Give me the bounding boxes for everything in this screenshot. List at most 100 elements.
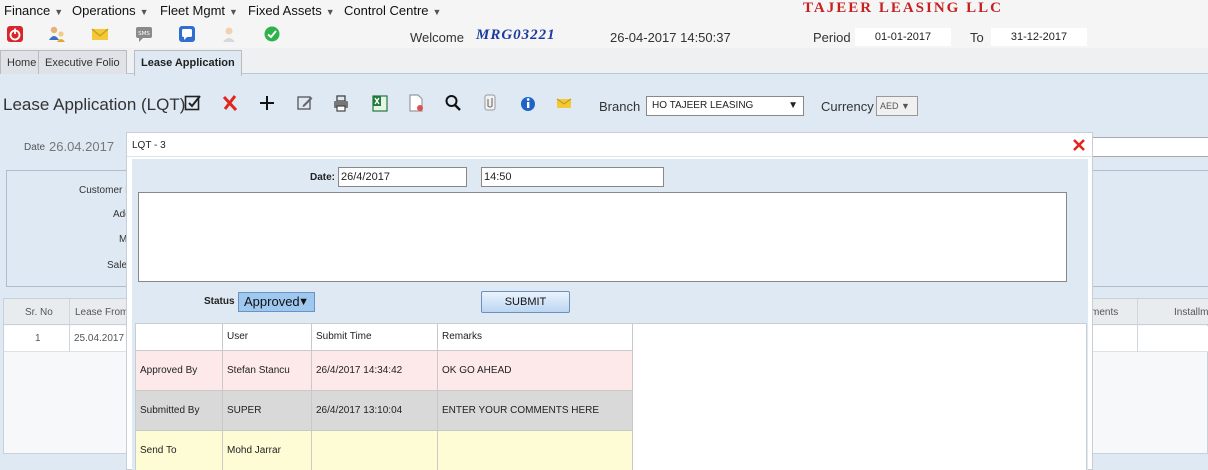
table-header-submit-time: Submit Time (312, 324, 438, 350)
dropdown-arrow-icon: ▼ (788, 100, 798, 111)
users-icon[interactable] (48, 25, 66, 43)
table-cell-remarks: OK GO AHEAD (438, 351, 633, 390)
grid-cell-lease-from: 25.04.2017 (74, 333, 125, 344)
grid-header-installments: Installm (1174, 307, 1208, 318)
table-cell-role: Approved By (136, 351, 223, 390)
table-row-submitted[interactable]: Submitted By SUPER 26/4/2017 13:10:04 EN… (136, 391, 633, 431)
search-icon[interactable] (444, 93, 462, 113)
salesman-label: Sale (107, 260, 128, 271)
check-icon[interactable] (263, 25, 281, 43)
mail-icon[interactable] (91, 25, 109, 43)
delete-icon[interactable] (221, 93, 239, 113)
menu-label: Control Centre (344, 3, 429, 18)
tab-lease-application[interactable]: Lease Application (134, 50, 242, 76)
table-cell-role: Send To (136, 431, 223, 470)
grid-header-sr-no: Sr. No (25, 307, 53, 318)
chevron-down-icon: ▼ (325, 7, 335, 17)
table-cell-remarks (438, 431, 633, 470)
grid-divider (69, 299, 70, 352)
user-icon[interactable] (220, 25, 238, 43)
dialog-body: Date: 26/4/2017 14:50 Status Approved ▼ S… (132, 159, 1088, 470)
table-cell-user: SUPER (223, 391, 312, 430)
table-cell-role: Submitted By (136, 391, 223, 430)
currency-label: Currency (821, 99, 874, 114)
document-icon[interactable] (407, 93, 425, 113)
table-cell-submit-time (312, 431, 438, 470)
chevron-down-icon: ▼ (54, 7, 64, 17)
quick-icon-bar: SMS Welcome MRG03221 26-04-2017 14:50:37… (0, 22, 1208, 48)
dialog-date-input[interactable]: 26/4/2017 (338, 167, 467, 187)
date-value[interactable]: 26.04.2017 (49, 139, 114, 154)
table-cell-remarks: ENTER YOUR COMMENTS HERE (438, 391, 633, 430)
period-to-field[interactable]: 31-12-2017 (991, 28, 1087, 46)
chevron-down-icon: ▼ (432, 7, 442, 17)
close-icon[interactable] (1072, 138, 1086, 152)
dialog-title: LQT - 3 (132, 140, 166, 151)
table-cell-user: Mohd Jarrar (223, 431, 312, 470)
tab-executive-folio[interactable]: Executive Folio (38, 50, 127, 74)
info-icon[interactable] (519, 93, 537, 113)
page-title: Lease Application (LQT) (3, 95, 186, 114)
chat-icon[interactable] (178, 25, 196, 43)
grid-cell-sr-no: 1 (35, 333, 41, 344)
chevron-down-icon: ▼ (229, 7, 238, 17)
menu-fixed-assets[interactable]: Fixed Assets ▼ (248, 3, 335, 18)
save-check-icon[interactable] (184, 93, 202, 113)
period-to-label: To (970, 30, 984, 45)
submit-button[interactable]: SUBMIT (481, 291, 570, 313)
table-header-role (136, 324, 223, 350)
dropdown-arrow-icon: ▼ (901, 101, 910, 111)
dialog-time-input[interactable]: 14:50 (481, 167, 664, 187)
table-header-row: User Submit Time Remarks (136, 324, 633, 351)
grid-divider (1137, 299, 1138, 352)
branch-label: Branch (599, 99, 641, 114)
menu-fleet-mgmt[interactable]: Fleet Mgmt ▼ (160, 3, 238, 18)
period-from-field[interactable]: 01-01-2017 (855, 28, 951, 46)
add-icon[interactable] (258, 93, 276, 113)
comments-textarea[interactable] (138, 192, 1067, 282)
menu-bar: Finance ▼ Operations ▼ Fleet Mgmt ▼ Fixed A… (0, 0, 1208, 22)
power-icon[interactable] (6, 25, 24, 43)
currency-select[interactable]: AED ▼ (876, 96, 918, 116)
dialog-title-bar: LQT - 3 (127, 133, 1092, 157)
edit-icon[interactable] (296, 93, 314, 113)
company-name: TAJEER LEASING LLC (803, 0, 1003, 16)
current-datetime: 26-04-2017 14:50:37 (610, 30, 731, 45)
svg-text:SMS: SMS (138, 31, 150, 37)
dropdown-arrow-icon: ▼ (298, 296, 309, 308)
branch-value: HO TAJEER LEASING (652, 100, 754, 111)
excel-icon[interactable] (371, 93, 389, 113)
grid-header-payments: ments (1091, 307, 1119, 318)
sms-icon[interactable]: SMS (135, 25, 153, 43)
currency-value: AED (880, 101, 899, 111)
table-row-send-to[interactable]: Send To Mohd Jarrar (136, 431, 633, 470)
welcome-label: Welcome (410, 30, 464, 45)
table-header-user: User (223, 324, 312, 350)
status-value: Approved (244, 294, 300, 309)
tab-home[interactable]: Home (0, 50, 44, 74)
table-cell-user: Stefan Stancu (223, 351, 312, 390)
attachment-icon[interactable] (481, 93, 499, 113)
menu-operations[interactable]: Operations ▼ (72, 3, 149, 18)
chevron-down-icon: ▼ (139, 7, 149, 17)
branch-select[interactable]: HO TAJEER LEASING ▼ (646, 96, 804, 116)
table-header-remarks: Remarks (438, 324, 633, 350)
table-row-approved[interactable]: Approved By Stefan Stancu 26/4/2017 14:3… (136, 351, 633, 391)
background-input[interactable] (1092, 137, 1208, 157)
tab-bar: Home Executive Folio Lease Application (0, 48, 1208, 76)
approval-history-table: User Submit Time Remarks Approved By Ste… (135, 323, 1087, 470)
table-cell-submit-time: 26/4/2017 14:34:42 (312, 351, 438, 390)
print-icon[interactable] (332, 93, 350, 113)
table-cell-submit-time: 26/4/2017 13:10:04 (312, 391, 438, 430)
menu-control-centre[interactable]: Control Centre ▼ (344, 3, 441, 18)
username: MRG03221 (476, 27, 556, 43)
status-select[interactable]: Approved ▼ (238, 292, 315, 312)
menu-finance[interactable]: Finance ▼ (4, 3, 63, 18)
menu-label: Operations (72, 3, 136, 18)
customer-name-label: Customer N (79, 185, 133, 196)
dialog-date-label: Date: (310, 172, 336, 183)
menu-label: Fleet Mgmt (160, 3, 226, 18)
email-icon[interactable] (555, 93, 573, 113)
grid-header-lease-from: Lease From (75, 307, 129, 318)
status-label: Status (204, 296, 235, 307)
